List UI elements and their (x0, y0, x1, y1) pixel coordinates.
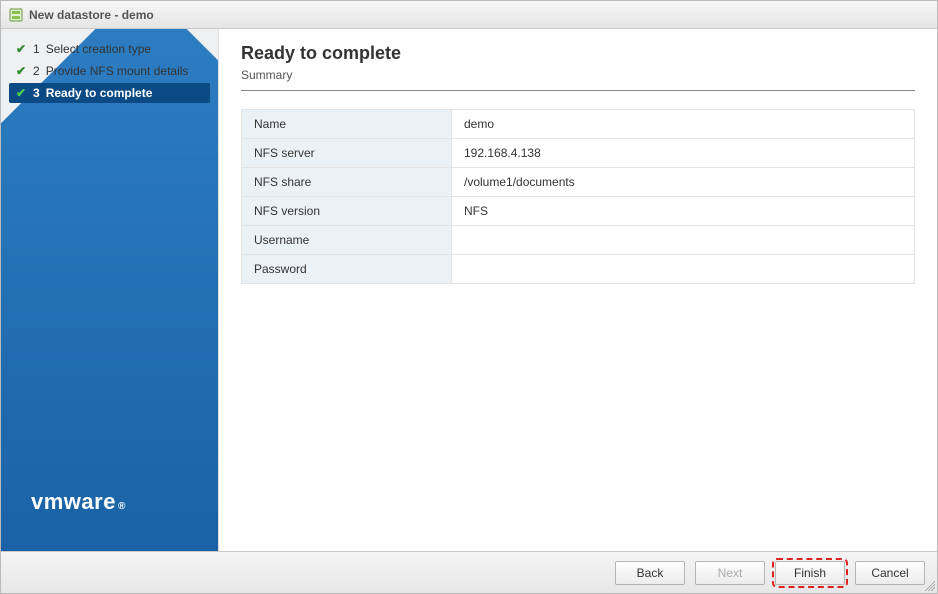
table-row: NFS server 192.168.4.138 (242, 139, 915, 168)
table-row: Name demo (242, 110, 915, 139)
step-number: 2 (33, 64, 40, 78)
summary-value (452, 226, 915, 255)
logo-reg: ® (118, 501, 126, 512)
step-number: 1 (33, 42, 40, 56)
summary-key: NFS server (242, 139, 452, 168)
step-label: Provide NFS mount details (46, 64, 189, 78)
titlebar: New datastore - demo (1, 1, 937, 29)
window-title: New datastore - demo (29, 8, 154, 22)
check-icon: ✔ (15, 86, 27, 100)
finish-button[interactable]: Finish (775, 561, 845, 585)
check-icon: ✔ (15, 64, 27, 78)
vmware-logo: vmware ® (31, 489, 126, 515)
summary-value: 192.168.4.138 (452, 139, 915, 168)
wizard-step-3[interactable]: ✔ 3 Ready to complete (9, 83, 210, 103)
wizard-step-2[interactable]: ✔ 2 Provide NFS mount details (9, 61, 210, 81)
summary-value (452, 255, 915, 284)
cancel-button[interactable]: Cancel (855, 561, 925, 585)
summary-key: NFS version (242, 197, 452, 226)
resize-grip[interactable] (925, 581, 935, 591)
dialog-window: New datastore - demo ✔ 1 Select creation… (0, 0, 938, 594)
back-button[interactable]: Back (615, 561, 685, 585)
wizard-step-1[interactable]: ✔ 1 Select creation type (9, 39, 210, 59)
table-row: Password (242, 255, 915, 284)
main-panel: Ready to complete Summary Name demo NFS … (219, 29, 937, 551)
step-label: Select creation type (46, 42, 151, 56)
wizard-sidebar: ✔ 1 Select creation type ✔ 2 Provide NFS… (1, 29, 219, 551)
summary-table: Name demo NFS server 192.168.4.138 NFS s… (241, 109, 915, 284)
summary-key: Name (242, 110, 452, 139)
page-subheading: Summary (241, 68, 915, 82)
datastore-icon (9, 8, 23, 22)
dialog-body: ✔ 1 Select creation type ✔ 2 Provide NFS… (1, 29, 937, 551)
next-button[interactable]: Next (695, 561, 765, 585)
table-row: NFS version NFS (242, 197, 915, 226)
step-number: 3 (33, 86, 40, 100)
summary-value: /volume1/documents (452, 168, 915, 197)
wizard-steps: ✔ 1 Select creation type ✔ 2 Provide NFS… (1, 29, 218, 115)
summary-value: demo (452, 110, 915, 139)
table-row: Username (242, 226, 915, 255)
page-heading: Ready to complete (241, 43, 915, 64)
summary-key: NFS share (242, 168, 452, 197)
summary-key: Password (242, 255, 452, 284)
table-row: NFS share /volume1/documents (242, 168, 915, 197)
step-label: Ready to complete (46, 86, 153, 100)
divider (241, 90, 915, 91)
summary-value: NFS (452, 197, 915, 226)
check-icon: ✔ (15, 42, 27, 56)
summary-key: Username (242, 226, 452, 255)
dialog-footer: Back Next Finish Cancel (1, 551, 937, 593)
logo-text: vmware (31, 489, 116, 515)
